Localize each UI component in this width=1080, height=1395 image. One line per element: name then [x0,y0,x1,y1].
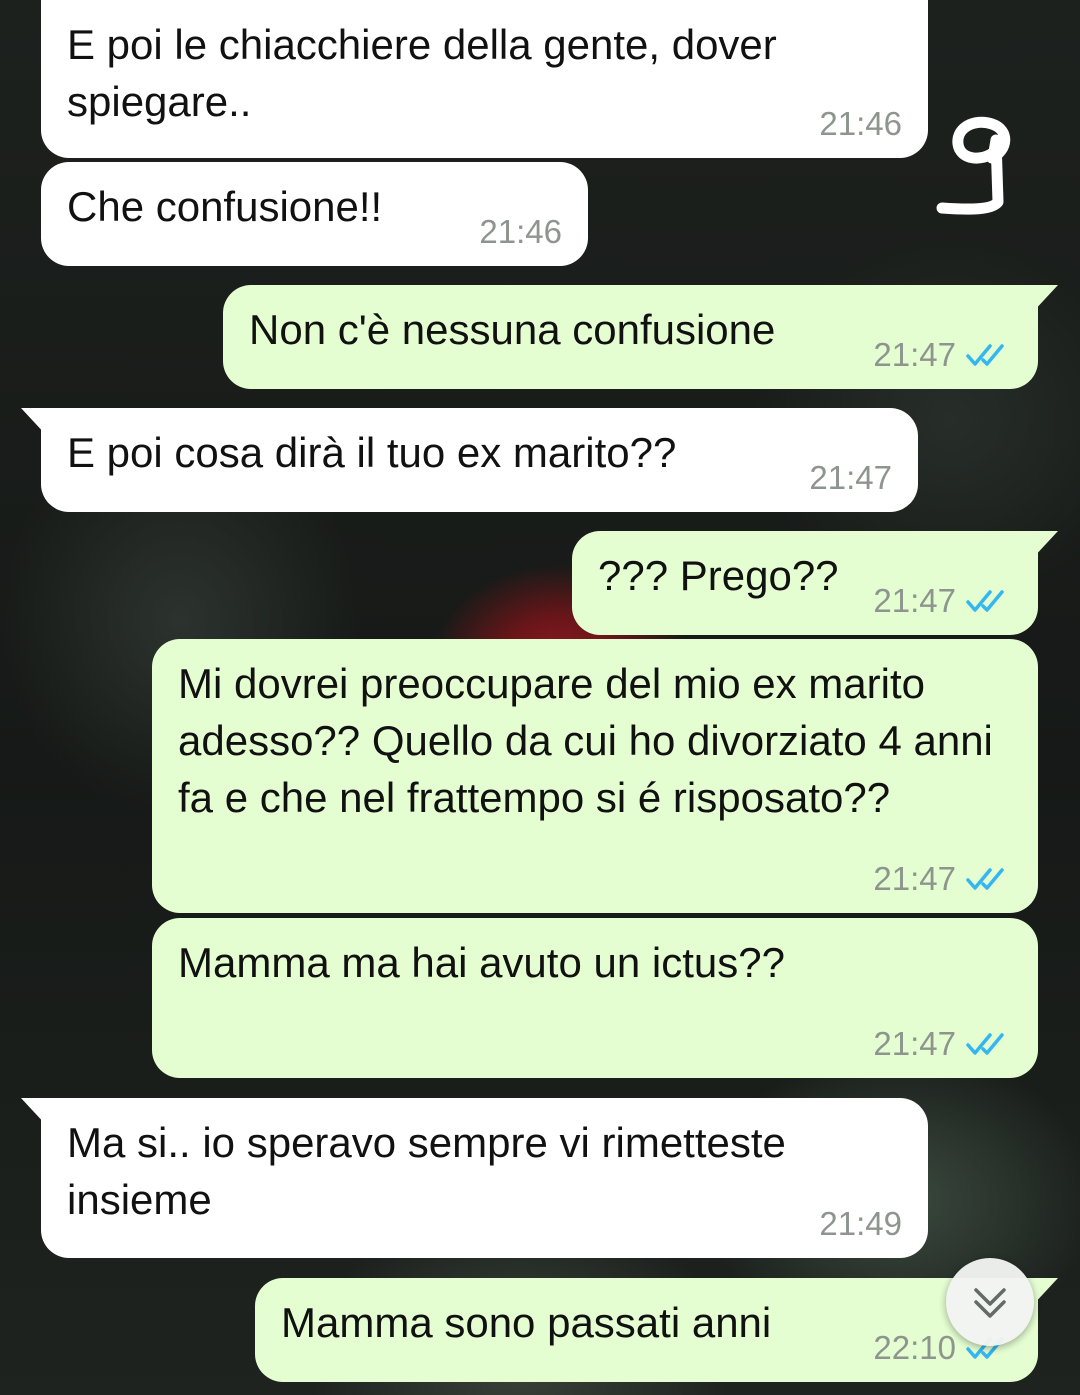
message-incoming[interactable]: Che confusione!! 21:46 [41,162,588,266]
message-time: 21:47 [809,459,892,496]
message-text: E poi le chiacchiere della gente, dover … [67,21,789,125]
message-meta: 21:47 [873,1024,1012,1064]
message-time: 21:47 [873,582,956,619]
message-incoming[interactable]: Ma si.. io speravo sempre vi rimetteste … [21,1098,928,1258]
scroll-to-bottom-button[interactable] [946,1258,1034,1346]
message-outgoing[interactable]: Mi dovrei preoccupare del mio ex marito … [152,639,1038,913]
message-time: 21:46 [479,213,562,250]
double-check-icon [966,590,1004,612]
message-text: E poi cosa dirà il tuo ex marito?? [67,429,677,476]
message-time: 21:47 [873,1025,956,1062]
message-text: Mi dovrei preoccupare del mio ex marito … [178,660,1005,821]
double-check-icon [966,868,1004,890]
message-meta: 21:47 [809,458,892,498]
message-outgoing[interactable]: Non c'è nessuna confusione 21:47 [223,285,1058,389]
message-time: 21:46 [819,105,902,142]
message-time: 21:47 [873,860,956,897]
message-meta: 21:47 [873,581,1012,621]
message-meta: 21:47 [873,859,1012,899]
message-time: 22:10 [873,1329,956,1366]
message-outgoing[interactable]: Mamma sono passati anni 22:10 [255,1278,1058,1382]
double-check-icon [966,344,1004,366]
double-check-icon [966,1033,1004,1055]
message-time: 21:47 [873,336,956,373]
message-incoming[interactable]: E poi cosa dirà il tuo ex marito?? 21:47 [21,408,918,512]
message-time: 21:49 [819,1205,902,1242]
message-outgoing[interactable]: ??? Prego?? 21:47 [572,531,1058,635]
message-incoming[interactable]: E poi le chiacchiere della gente, dover … [41,0,928,158]
message-text: Ma si.. io speravo sempre vi rimetteste … [67,1119,798,1223]
message-text: Mamma ma hai avuto un ictus?? [178,939,785,986]
message-meta: 21:46 [479,212,562,252]
message-meta: 21:47 [873,335,1012,375]
message-outgoing[interactable]: Mamma ma hai avuto un ictus?? 21:47 [152,918,1038,1078]
handwritten-number-annotation [936,116,1011,215]
message-meta: 21:49 [819,1204,902,1244]
message-meta: 21:46 [819,104,902,144]
chevron-double-down-icon [974,1288,1006,1318]
